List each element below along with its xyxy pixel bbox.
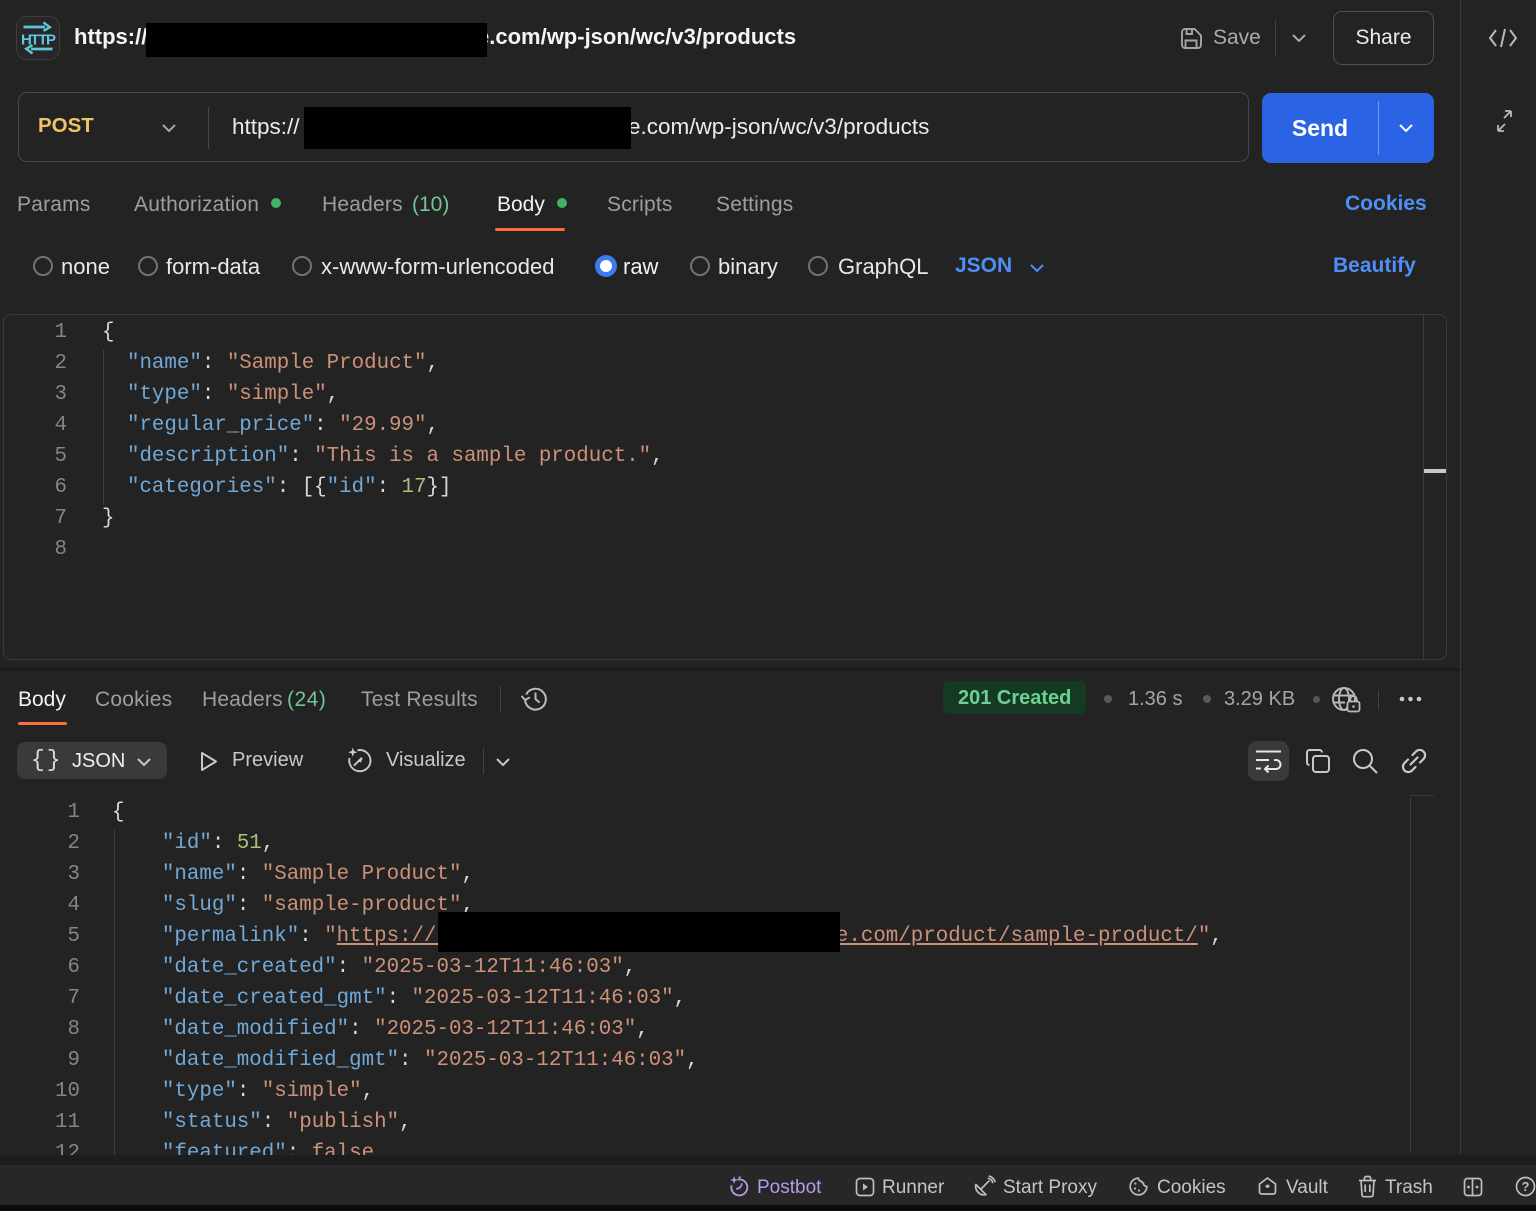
svg-text:?: ? <box>1522 1179 1530 1194</box>
svg-text:HTTP: HTTP <box>21 31 56 48</box>
